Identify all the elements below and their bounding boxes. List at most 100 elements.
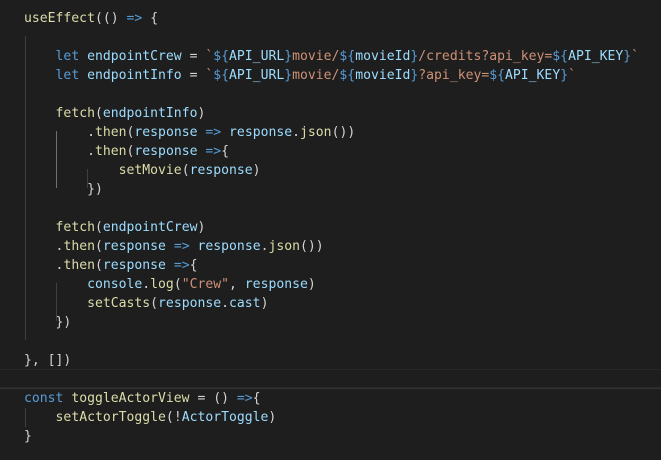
- code-token: then: [63, 258, 95, 273]
- code-token: let: [55, 68, 80, 83]
- code-token: toggleActorView: [71, 391, 190, 406]
- code-token: endpointCrew: [102, 220, 198, 235]
- code-token: endpointCrew: [87, 49, 182, 64]
- code-token: response: [134, 144, 198, 159]
- code-token: (: [150, 296, 159, 311]
- code-token: movie/: [292, 49, 340, 64]
- code-token: response: [134, 125, 198, 140]
- code-token: console: [87, 277, 143, 292]
- code-token: }: [623, 49, 632, 64]
- code-token: cast: [229, 296, 261, 311]
- code-token: const: [24, 391, 64, 406]
- code-token: {: [189, 258, 198, 273]
- code-token: (: [94, 258, 103, 273]
- code-token: .: [87, 144, 95, 159]
- code-token: ): [110, 11, 119, 26]
- code-token: (: [94, 220, 103, 235]
- code-token: ?api_key=: [418, 68, 490, 83]
- code-token: fetch: [55, 220, 95, 235]
- code-token: ): [252, 163, 261, 178]
- code-token: API_KEY: [568, 49, 624, 64]
- code-token: ): [197, 106, 206, 121]
- code-token: json: [268, 239, 301, 254]
- code-token: !: [173, 410, 182, 425]
- code-token: }): [87, 182, 103, 197]
- code-token: ${: [339, 68, 356, 83]
- code-token: `: [631, 49, 640, 64]
- code-token: =>: [126, 11, 143, 26]
- code-token: (): [213, 391, 229, 406]
- code-line: setActorToggle(!ActorToggle): [24, 408, 277, 427]
- code-token: =>: [236, 391, 253, 406]
- code-token: .: [221, 296, 230, 311]
- code-token: (: [94, 106, 103, 121]
- code-token: ${: [552, 49, 569, 64]
- code-token: }: [560, 68, 569, 83]
- current-line-highlight: [0, 369, 661, 388]
- code-token: =: [181, 68, 206, 83]
- code-token: useEffect: [24, 11, 95, 26]
- code-line: fetch(endpointCrew): [24, 218, 206, 237]
- code-line: }, []): [24, 351, 71, 370]
- code-editor[interactable]: useEffect ( () => { let endpointCrew = ` ${…: [0, 0, 661, 460]
- code-token: (: [181, 163, 190, 178]
- code-token: response: [102, 258, 166, 273]
- code-token: log: [150, 277, 174, 292]
- code-token: =>: [173, 258, 190, 273]
- code-token: ,: [229, 277, 245, 292]
- code-line: useEffect(() => {: [24, 9, 158, 28]
- code-token: API_URL: [229, 68, 285, 83]
- code-token: }): [55, 315, 72, 330]
- code-token: then: [94, 144, 127, 159]
- code-token: response: [229, 125, 293, 140]
- code-token: =>: [205, 144, 222, 159]
- code-token: ()): [331, 125, 356, 140]
- code-token: .: [142, 277, 151, 292]
- code-line: setMovie(response): [24, 161, 261, 180]
- code-token: ${: [213, 49, 230, 64]
- code-line: fetch(endpointInfo): [24, 104, 206, 123]
- code-token: {: [221, 144, 230, 159]
- code-token: response: [158, 296, 222, 311]
- code-token: movieId: [355, 68, 411, 83]
- code-token: json: [300, 125, 332, 140]
- code-token: `: [568, 68, 576, 83]
- code-token: =: [181, 49, 206, 64]
- code-token: {: [150, 11, 159, 26]
- code-line: }): [24, 180, 103, 199]
- code-token: fetch: [55, 106, 95, 121]
- code-token: movieId: [355, 49, 411, 64]
- code-token: (: [165, 410, 174, 425]
- code-token: ActorToggle: [181, 410, 269, 425]
- code-token: response: [244, 277, 308, 292]
- code-token: }, []): [24, 353, 72, 368]
- code-token: setMovie: [118, 163, 182, 178]
- code-token: .: [87, 125, 95, 140]
- code-line: .then(response =>{: [24, 142, 229, 161]
- code-token: endpointInfo: [87, 68, 182, 83]
- code-token: (: [173, 277, 182, 292]
- code-token: (: [102, 11, 111, 26]
- code-token: ): [260, 296, 269, 311]
- code-token: "Crew": [181, 277, 230, 292]
- code-token: ()): [300, 239, 324, 254]
- code-token: ): [307, 277, 316, 292]
